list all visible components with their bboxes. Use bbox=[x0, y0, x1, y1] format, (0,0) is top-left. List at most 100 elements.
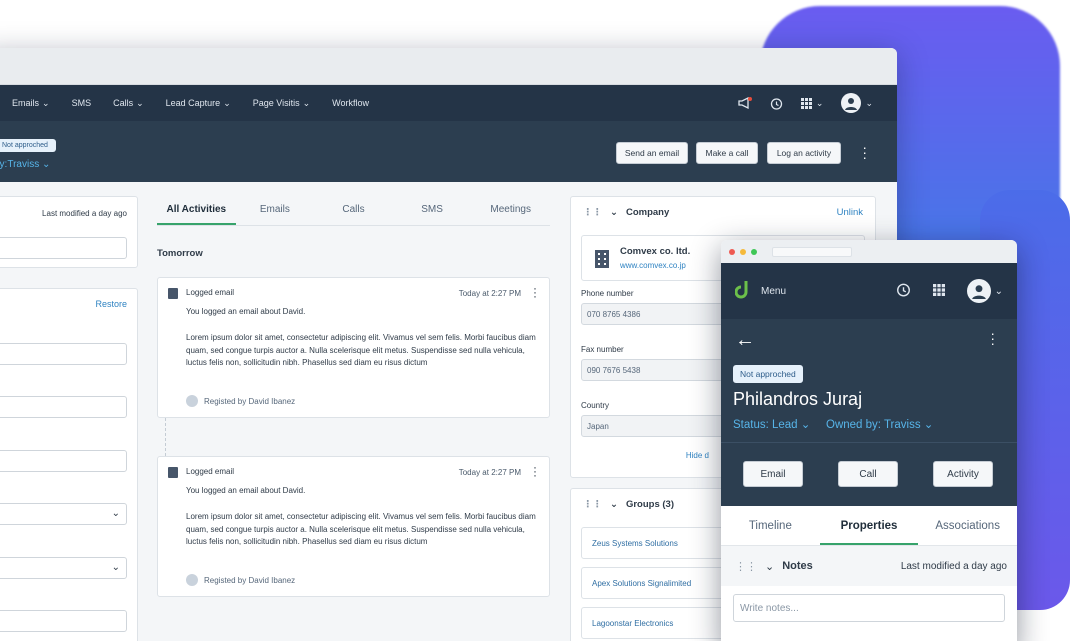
tab-timeline[interactable]: Timeline bbox=[721, 506, 820, 545]
notes-field[interactable] bbox=[0, 237, 127, 259]
section-title: Groups (3) bbox=[625, 498, 674, 510]
log-activity-button[interactable]: Log an activity bbox=[767, 142, 841, 164]
owner-label: Owned by: Traviss bbox=[826, 419, 921, 431]
chevron-down-icon[interactable]: ⌄ bbox=[765, 560, 774, 573]
maximize-dot[interactable] bbox=[751, 248, 757, 255]
notes-header: ⋮⋮ ⌄ Notes Last modified a day ago bbox=[721, 546, 1017, 586]
restore-link[interactable]: Restore bbox=[95, 299, 127, 309]
activity-card[interactable]: Today at 2:27 PM · · · Logged email You lo… bbox=[157, 277, 550, 418]
owner-dropdown[interactable]: by:Traviss ⌄ bbox=[0, 159, 50, 170]
email-button[interactable]: Email bbox=[743, 461, 803, 487]
alarm-clock-icon[interactable] bbox=[770, 97, 783, 110]
activity-summary: You logged an email about David. bbox=[186, 486, 306, 495]
activity-summary: You logged an email about David. bbox=[186, 307, 306, 316]
chevron-down-icon: ⌄ bbox=[302, 97, 311, 108]
nav-right: ⌄ ⌄ bbox=[738, 93, 897, 113]
tab-emails[interactable]: Emails bbox=[236, 196, 315, 225]
more-options-icon[interactable]: · · · bbox=[862, 140, 867, 164]
status-label: Status: Lead bbox=[733, 419, 798, 431]
nav-workflow[interactable]: Workflow bbox=[332, 98, 369, 108]
company-url[interactable]: www.comvex.co.jp bbox=[620, 261, 686, 270]
menu-label[interactable]: Menu bbox=[761, 286, 786, 297]
user-menu[interactable]: ⌄ bbox=[841, 93, 873, 113]
drag-handle-icon[interactable]: ⋮⋮ bbox=[735, 560, 757, 573]
notes-card: Last modified a day ago bbox=[0, 196, 138, 268]
nav-emails[interactable]: Emails ⌄ bbox=[12, 98, 50, 109]
building-icon bbox=[594, 248, 610, 273]
owner-label: by:Traviss bbox=[0, 159, 40, 170]
close-dot[interactable] bbox=[729, 248, 735, 255]
mobile-app-window: Menu ⌄ ← · · · Not approched Philandros Ju… bbox=[721, 240, 1017, 641]
activity-tabs: All Activities Emails Calls SMS Meetings bbox=[157, 196, 550, 226]
status-badge: Not approched bbox=[0, 139, 56, 152]
activity-body: Lorem ipsum dolor sit amet, consectetur … bbox=[186, 512, 536, 546]
property-select[interactable]: ⌄ bbox=[0, 557, 127, 579]
tab-sms[interactable]: SMS bbox=[393, 196, 472, 225]
chevron-down-icon: ⌄ bbox=[136, 97, 144, 108]
apps-grid-icon[interactable]: ⌄ bbox=[800, 97, 823, 109]
nav-page-visits[interactable]: Page Visitis ⌄ bbox=[253, 98, 310, 109]
send-email-button[interactable]: Send an email bbox=[616, 142, 688, 164]
tab-all-activities[interactable]: All Activities bbox=[157, 196, 236, 225]
unlink-link[interactable]: Unlink bbox=[837, 207, 863, 218]
mobile-record-header: ← · · · Not approched Philandros Juraj Sta… bbox=[721, 319, 1017, 442]
user-menu[interactable]: ⌄ bbox=[966, 279, 1003, 303]
drag-handle-icon[interactable]: ⋮⋮ bbox=[583, 207, 602, 218]
notes-title: Notes bbox=[782, 560, 813, 572]
nav-label: Lead Capture bbox=[165, 98, 221, 108]
nav-label: Calls bbox=[113, 98, 134, 108]
tab-calls[interactable]: Calls bbox=[314, 196, 393, 225]
more-options-icon[interactable]: · · · bbox=[990, 326, 995, 350]
chevron-down-icon: ⌄ bbox=[223, 97, 231, 108]
activity-footer: Registed by David Ibanez bbox=[186, 395, 295, 407]
activity-card[interactable]: Today at 2:27 PM · · · Logged email You lo… bbox=[157, 456, 550, 597]
email-log-icon bbox=[168, 288, 178, 299]
chevron-down-icon: ⌄ bbox=[111, 562, 120, 573]
more-options-icon[interactable]: · · · bbox=[533, 282, 537, 302]
activity-button[interactable]: Activity bbox=[933, 461, 993, 487]
minimize-dot[interactable] bbox=[740, 248, 746, 255]
tab-properties[interactable]: Properties bbox=[819, 506, 919, 545]
nav-lead-capture[interactable]: Lead Capture ⌄ bbox=[166, 98, 231, 109]
stage: Emails ⌄ SMS Calls ⌄ Lead Capture ⌄ Page Vi… bbox=[0, 0, 1073, 641]
nav-sms[interactable]: SMS bbox=[72, 98, 92, 108]
apps-grid-icon[interactable] bbox=[932, 283, 945, 299]
more-options-icon[interactable]: · · · bbox=[533, 461, 537, 481]
activity-time: Today at 2:27 PM bbox=[458, 468, 521, 477]
property-field[interactable] bbox=[0, 396, 127, 418]
window-chrome bbox=[0, 48, 897, 85]
property-field[interactable] bbox=[0, 610, 127, 632]
status-dropdown[interactable]: Status: Lead ⌄ bbox=[733, 417, 810, 431]
make-call-button[interactable]: Make a call bbox=[696, 142, 758, 164]
alarm-clock-icon[interactable] bbox=[896, 282, 911, 300]
megaphone-icon[interactable] bbox=[738, 97, 752, 109]
top-nav: Emails ⌄ SMS Calls ⌄ Lead Capture ⌄ Page Vi… bbox=[0, 85, 897, 121]
owner-dropdown[interactable]: Owned by: Traviss ⌄ bbox=[826, 417, 933, 431]
nav-label: SMS bbox=[71, 98, 92, 108]
chevron-down-icon[interactable]: ⌄ bbox=[610, 499, 618, 510]
activity-time: Today at 2:27 PM bbox=[458, 289, 521, 298]
address-bar[interactable] bbox=[772, 246, 852, 257]
chevron-down-icon[interactable]: ⌄ bbox=[610, 207, 618, 218]
app-logo-icon[interactable] bbox=[734, 280, 751, 303]
notes-input[interactable]: Write notes... bbox=[733, 594, 1005, 622]
call-button[interactable]: Call bbox=[838, 461, 898, 487]
mobile-top-bar: Menu ⌄ bbox=[721, 263, 1017, 319]
nav-calls[interactable]: Calls ⌄ bbox=[113, 98, 144, 109]
left-column: Last modified a day ago Restore ⌄ ⌄ bbox=[0, 196, 138, 641]
tab-meetings[interactable]: Meetings bbox=[471, 196, 550, 225]
avatar bbox=[841, 93, 862, 113]
property-field[interactable] bbox=[0, 343, 127, 365]
chevron-down-icon: ⌄ bbox=[42, 97, 50, 108]
drag-handle-icon[interactable]: ⋮⋮ bbox=[583, 499, 602, 510]
status-badge: Not approched bbox=[733, 365, 803, 383]
property-select[interactable]: ⌄ bbox=[0, 503, 127, 525]
back-arrow-icon[interactable]: ← bbox=[735, 329, 755, 352]
record-header: Not approched by:Traviss ⌄ Send an email… bbox=[0, 121, 897, 182]
company-name: Comvex co. ltd. bbox=[620, 246, 691, 257]
nav-label: Emails bbox=[12, 98, 40, 108]
property-field[interactable] bbox=[0, 450, 127, 472]
tab-associations[interactable]: Associations bbox=[918, 506, 1017, 545]
email-log-icon bbox=[168, 467, 178, 478]
activity-footer: Registed by David Ibanez bbox=[186, 574, 295, 586]
